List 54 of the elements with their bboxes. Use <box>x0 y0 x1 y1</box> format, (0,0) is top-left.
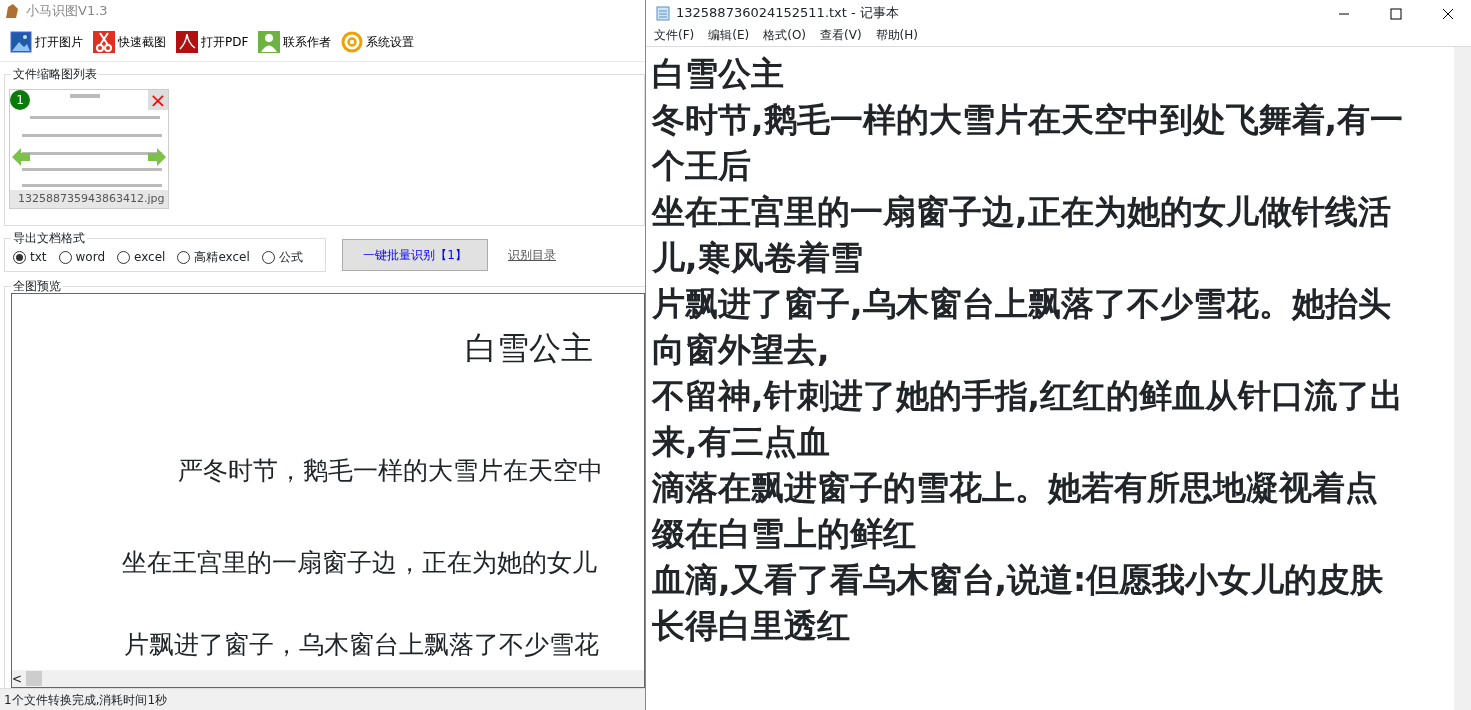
number-badge: 1 <box>10 90 30 110</box>
batch-recognize-button[interactable]: 一键批量识别【1】 <box>342 239 488 271</box>
preview-text-line: 片飘进了窗子，乌木窗台上飘落了不少雪花 <box>124 629 599 661</box>
toolbar-button[interactable]: 打开图片 <box>8 30 85 53</box>
preview-text-line: 严冬时节，鹅毛一样的大雪片在天空中 <box>178 455 603 487</box>
toolbar-button[interactable]: 系统设置 <box>339 30 417 53</box>
toolbar-button[interactable]: 联系作者 <box>256 30 334 53</box>
person-icon <box>258 30 281 53</box>
menu-item[interactable]: 编辑(E) <box>708 26 750 46</box>
status-bar: 1个文件转换完成,消耗时间1秒 <box>0 688 645 710</box>
group-label: 文件缩略图列表 <box>11 67 99 81</box>
text-line: 长得白里透红 <box>652 605 851 647</box>
pdf-icon <box>176 30 198 53</box>
text-line: 坐在王宫里的一扇窗子边,正在为她的女儿做针线活 <box>652 191 1392 233</box>
picture-icon <box>10 30 32 53</box>
text-line: 白雪公主 <box>652 53 785 95</box>
text-line: 片飘进了窗子,乌木窗台上飘落了不少雪花。她抬头 <box>652 283 1392 325</box>
toolbar-button[interactable]: 快速截图 <box>91 30 168 53</box>
text-line: 个王后 <box>652 145 752 187</box>
close-icon <box>1442 7 1454 20</box>
scissors-icon <box>93 30 115 53</box>
text-line: 来,有三点血 <box>652 421 831 463</box>
scroll-left-arrow[interactable]: < <box>12 669 23 687</box>
recognize-directory-link[interactable]: 识别目录 <box>508 246 556 264</box>
radio-option[interactable]: 高精excel <box>177 248 250 266</box>
arrow-left-icon[interactable] <box>12 148 30 166</box>
window-title: 132588736024152511.txt - 记事本 <box>676 4 899 23</box>
text-line: 滴落在飘进窗子的雪花上。她若有所思地凝视着点 <box>652 467 1379 509</box>
text-line: 不留神,针刺进了她的手指,红红的鲜血从针口流了出 <box>652 375 1405 417</box>
text-line: 血滴,又看了看乌木窗台,说道:但愿我小女儿的皮肤 <box>652 559 1385 601</box>
group-label: 导出文档格式 <box>11 231 87 245</box>
vertical-scrollbar[interactable] <box>1454 47 1471 710</box>
text-line: 向窗外望去, <box>652 329 831 371</box>
menu-item[interactable]: 格式(O) <box>763 26 807 46</box>
radio-option[interactable]: excel <box>117 248 166 266</box>
menu-item[interactable]: 文件(F) <box>654 26 695 46</box>
notepad-icon <box>656 5 670 21</box>
toolbar-button[interactable]: 打开PDF <box>174 30 251 53</box>
menu-item[interactable]: 帮助(H) <box>875 26 918 46</box>
radio-option[interactable]: txt <box>13 248 47 266</box>
text-line: 冬时节,鹅毛一样的大雪片在天空中到处飞舞着,有一 <box>652 99 1405 141</box>
window-title: 小马识图V1.3 <box>26 2 108 21</box>
preview-heading: 白雪公主 <box>465 328 593 369</box>
menu-item[interactable]: 查看(V) <box>820 26 862 46</box>
text-line: 儿,寒风卷着雪 <box>652 237 864 279</box>
maximize-icon <box>1390 7 1402 20</box>
preview-text-line: 坐在王宫里的一扇窗子边，正在为她的女儿 <box>122 547 597 579</box>
scroll-thumb[interactable] <box>26 671 43 686</box>
radio-option[interactable]: word <box>58 248 105 266</box>
text-line: 缀在白雪上的鲜红 <box>652 513 917 555</box>
group-label: 全图预览 <box>11 279 63 293</box>
radio-option[interactable]: 公式 <box>261 248 303 266</box>
file-name: 132588735943863412.jpg <box>10 190 168 208</box>
arrow-right-icon[interactable] <box>148 148 166 166</box>
